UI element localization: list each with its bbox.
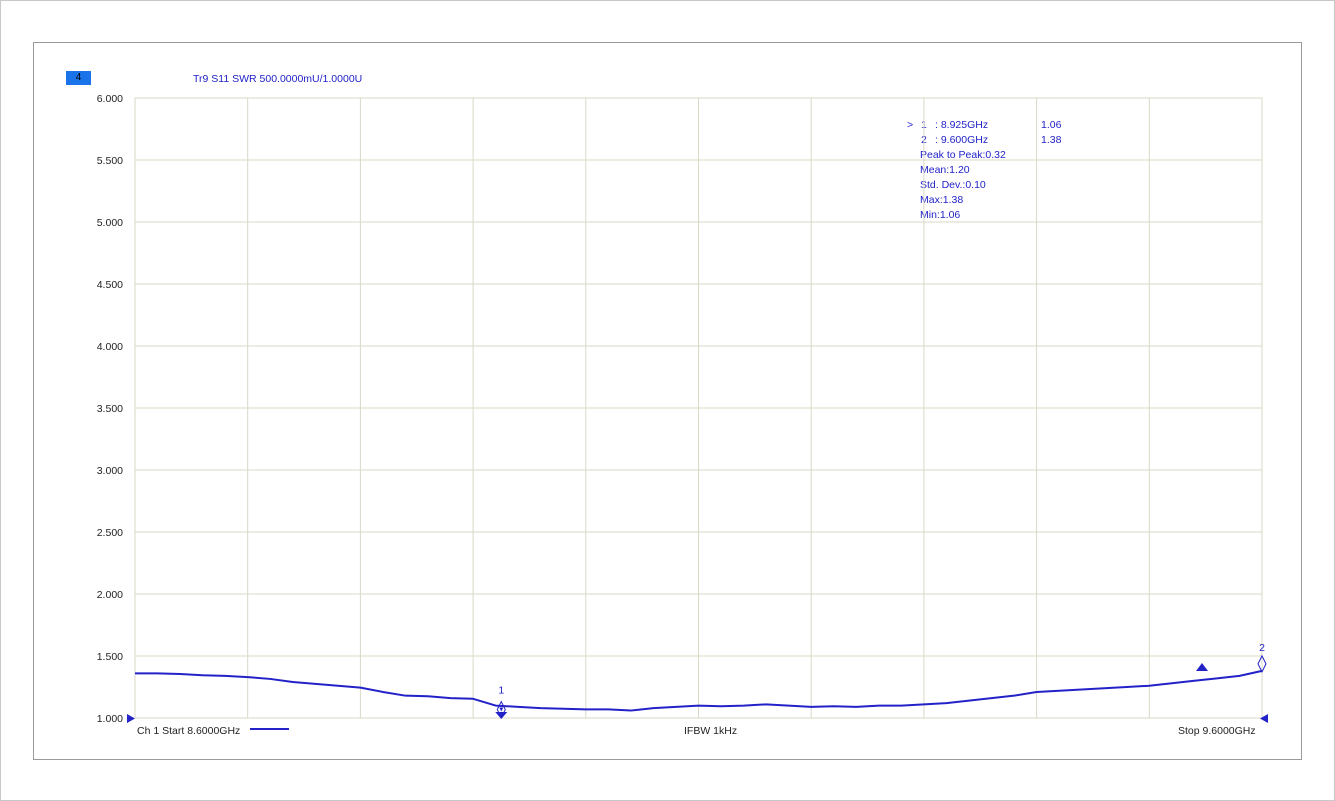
y-tick-label: 5.500 [97, 155, 123, 167]
stop-pointer-icon [1260, 714, 1268, 723]
y-tick-label: 1.000 [97, 713, 123, 725]
y-tick-label: 6.000 [97, 93, 123, 105]
y-tick-label: 5.000 [97, 217, 123, 229]
marker-2-label: 2 [1259, 642, 1265, 654]
y-tick-label: 3.000 [97, 465, 123, 477]
start-pointer-icon [127, 714, 135, 723]
y-tick-label: 4.500 [97, 279, 123, 291]
marker-1-label: 1 [498, 685, 504, 697]
max-search-triangle-icon [1196, 663, 1208, 671]
y-tick-label: 2.000 [97, 589, 123, 601]
swr-plot[interactable]: 6.000 5.500 5.000 4.500 4.000 3.500 3.000 2.500… [0, 0, 1335, 801]
marker-1-inner-icon [499, 707, 504, 712]
y-tick-label: 1.500 [97, 651, 123, 663]
y-tick-label: 4.000 [97, 341, 123, 353]
y-tick-label: 2.500 [97, 527, 123, 539]
y-tick-label: 3.500 [97, 403, 123, 415]
